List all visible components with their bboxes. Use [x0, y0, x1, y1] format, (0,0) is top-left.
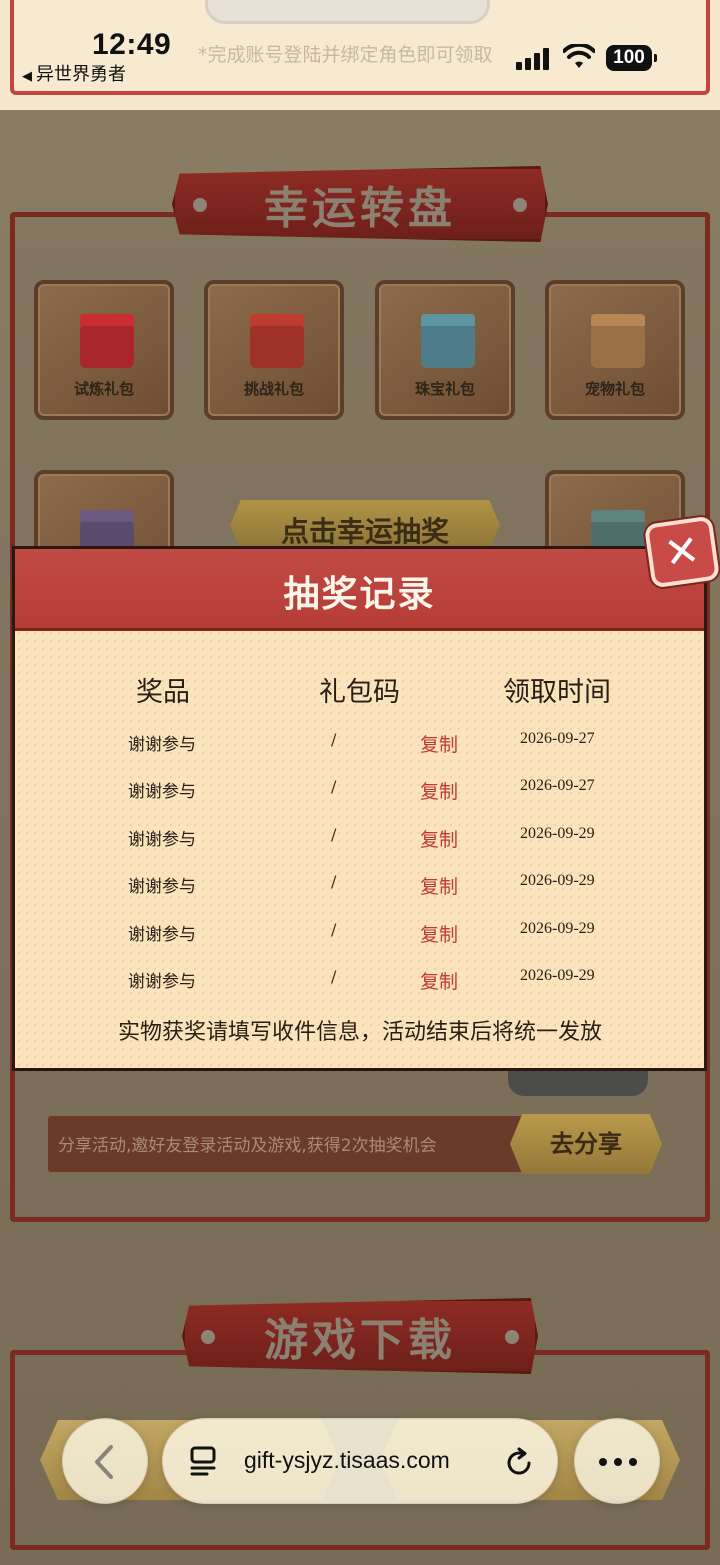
- browser-back-button[interactable]: [62, 1418, 148, 1504]
- copy-code-button[interactable]: 复制: [420, 872, 458, 899]
- column-header-code: 礼包码: [319, 677, 400, 708]
- column-header-prize: 奖品: [136, 677, 190, 708]
- back-app-label: 异世界勇者: [36, 64, 126, 85]
- wifi-icon: [563, 44, 595, 68]
- brown-giftbox-icon: [591, 324, 645, 368]
- wheel-section-banner: 幸运转盘: [172, 166, 548, 242]
- copy-code-button[interactable]: 复制: [420, 967, 458, 994]
- record-code: /: [331, 872, 337, 891]
- close-icon: ✕: [661, 524, 703, 579]
- gift-label: 宠物礼包: [584, 380, 645, 398]
- tabs-icon: [190, 1446, 216, 1476]
- record-row: 谢谢参与 / 复制 2026-09-29: [0, 967, 720, 997]
- cellular-signal-icon: [516, 46, 552, 70]
- record-row: 谢谢参与 / 复制 2026-09-27: [0, 777, 720, 807]
- banner-dot: [201, 1330, 215, 1344]
- banner-dot: [193, 198, 207, 212]
- record-date: 2026-09-27: [520, 777, 595, 794]
- download-section-title: 游戏下载: [264, 1315, 456, 1366]
- modal-note: 实物获奖请填写收件信息，活动结束后将统一发放: [117, 1020, 602, 1045]
- blue-chest-icon: [421, 324, 475, 368]
- gift-card-pet[interactable]: 宠物礼包: [545, 280, 685, 420]
- share-description: 分享活动,邀好友登录活动及游戏,获得2次抽奖机会: [58, 1136, 437, 1156]
- record-row: 谢谢参与 / 复制 2026-09-27: [0, 730, 720, 760]
- red-giftbox-icon: [250, 324, 304, 368]
- record-prize: 谢谢参与: [128, 925, 196, 945]
- gift-card-trial[interactable]: 试炼礼包: [34, 280, 174, 420]
- record-prize: 谢谢参与: [128, 830, 196, 850]
- gift-card-challenge[interactable]: 挑战礼包: [204, 280, 344, 420]
- gift-label: 试炼礼包: [73, 380, 134, 398]
- browser-more-button[interactable]: [574, 1418, 660, 1504]
- gift-label: 珠宝礼包: [414, 380, 475, 398]
- gift-card-jewel[interactable]: 珠宝礼包: [375, 280, 515, 420]
- back-to-app[interactable]: ◀ 异世界勇者: [22, 60, 126, 86]
- red-giftbox-icon: [80, 324, 134, 368]
- record-prize: 谢谢参与: [128, 735, 196, 755]
- modal-header: 抽奖记录: [15, 549, 704, 631]
- bind-hint: *完成账号登陆并绑定角色即可领取: [198, 44, 493, 66]
- banner-dot: [513, 198, 527, 212]
- hidden-grey-button[interactable]: [508, 1068, 648, 1096]
- record-date: 2026-09-29: [520, 825, 595, 842]
- close-modal-button[interactable]: ✕: [643, 515, 720, 589]
- copy-code-button[interactable]: 复制: [420, 730, 458, 757]
- banner-dot: [505, 1330, 519, 1344]
- copy-code-button[interactable]: 复制: [420, 920, 458, 947]
- record-code: /: [331, 967, 337, 986]
- record-row: 谢谢参与 / 复制 2026-09-29: [0, 872, 720, 902]
- back-triangle-icon: ◀: [22, 69, 32, 84]
- gift-label: 挑战礼包: [243, 380, 304, 398]
- record-code: /: [331, 825, 337, 844]
- share-button[interactable]: 去分享: [510, 1114, 662, 1174]
- record-code: /: [331, 920, 337, 939]
- copy-code-button[interactable]: 复制: [420, 825, 458, 852]
- top-hidden-button[interactable]: [205, 0, 490, 24]
- copy-code-button[interactable]: 复制: [420, 777, 458, 804]
- record-date: 2026-09-29: [520, 967, 595, 984]
- record-row: 谢谢参与 / 复制 2026-09-29: [0, 920, 720, 950]
- record-prize: 谢谢参与: [128, 972, 196, 992]
- record-prize: 谢谢参与: [128, 877, 196, 897]
- column-header-time: 领取时间: [503, 677, 611, 708]
- url-text: gift-ysjyz.tisaas.com: [244, 1447, 450, 1473]
- status-time: 12:49: [92, 28, 172, 61]
- record-date: 2026-09-29: [520, 920, 595, 937]
- battery-indicator: 100: [606, 45, 657, 71]
- reload-icon[interactable]: [503, 1447, 535, 1479]
- modal-title: 抽奖记录: [283, 574, 436, 615]
- download-section-banner: 游戏下载: [182, 1298, 538, 1374]
- record-date: 2026-09-29: [520, 872, 595, 889]
- record-date: 2026-09-27: [520, 730, 595, 747]
- wheel-section-title: 幸运转盘: [264, 183, 456, 234]
- chevron-left-icon: [95, 1445, 113, 1479]
- record-code: /: [331, 777, 337, 796]
- record-prize: 谢谢参与: [128, 782, 196, 802]
- more-dots-icon: [599, 1458, 637, 1466]
- record-code: /: [331, 730, 337, 749]
- lucky-draw-button[interactable]: 点击幸运抽奖: [230, 500, 500, 550]
- record-row: 谢谢参与 / 复制 2026-09-29: [0, 825, 720, 855]
